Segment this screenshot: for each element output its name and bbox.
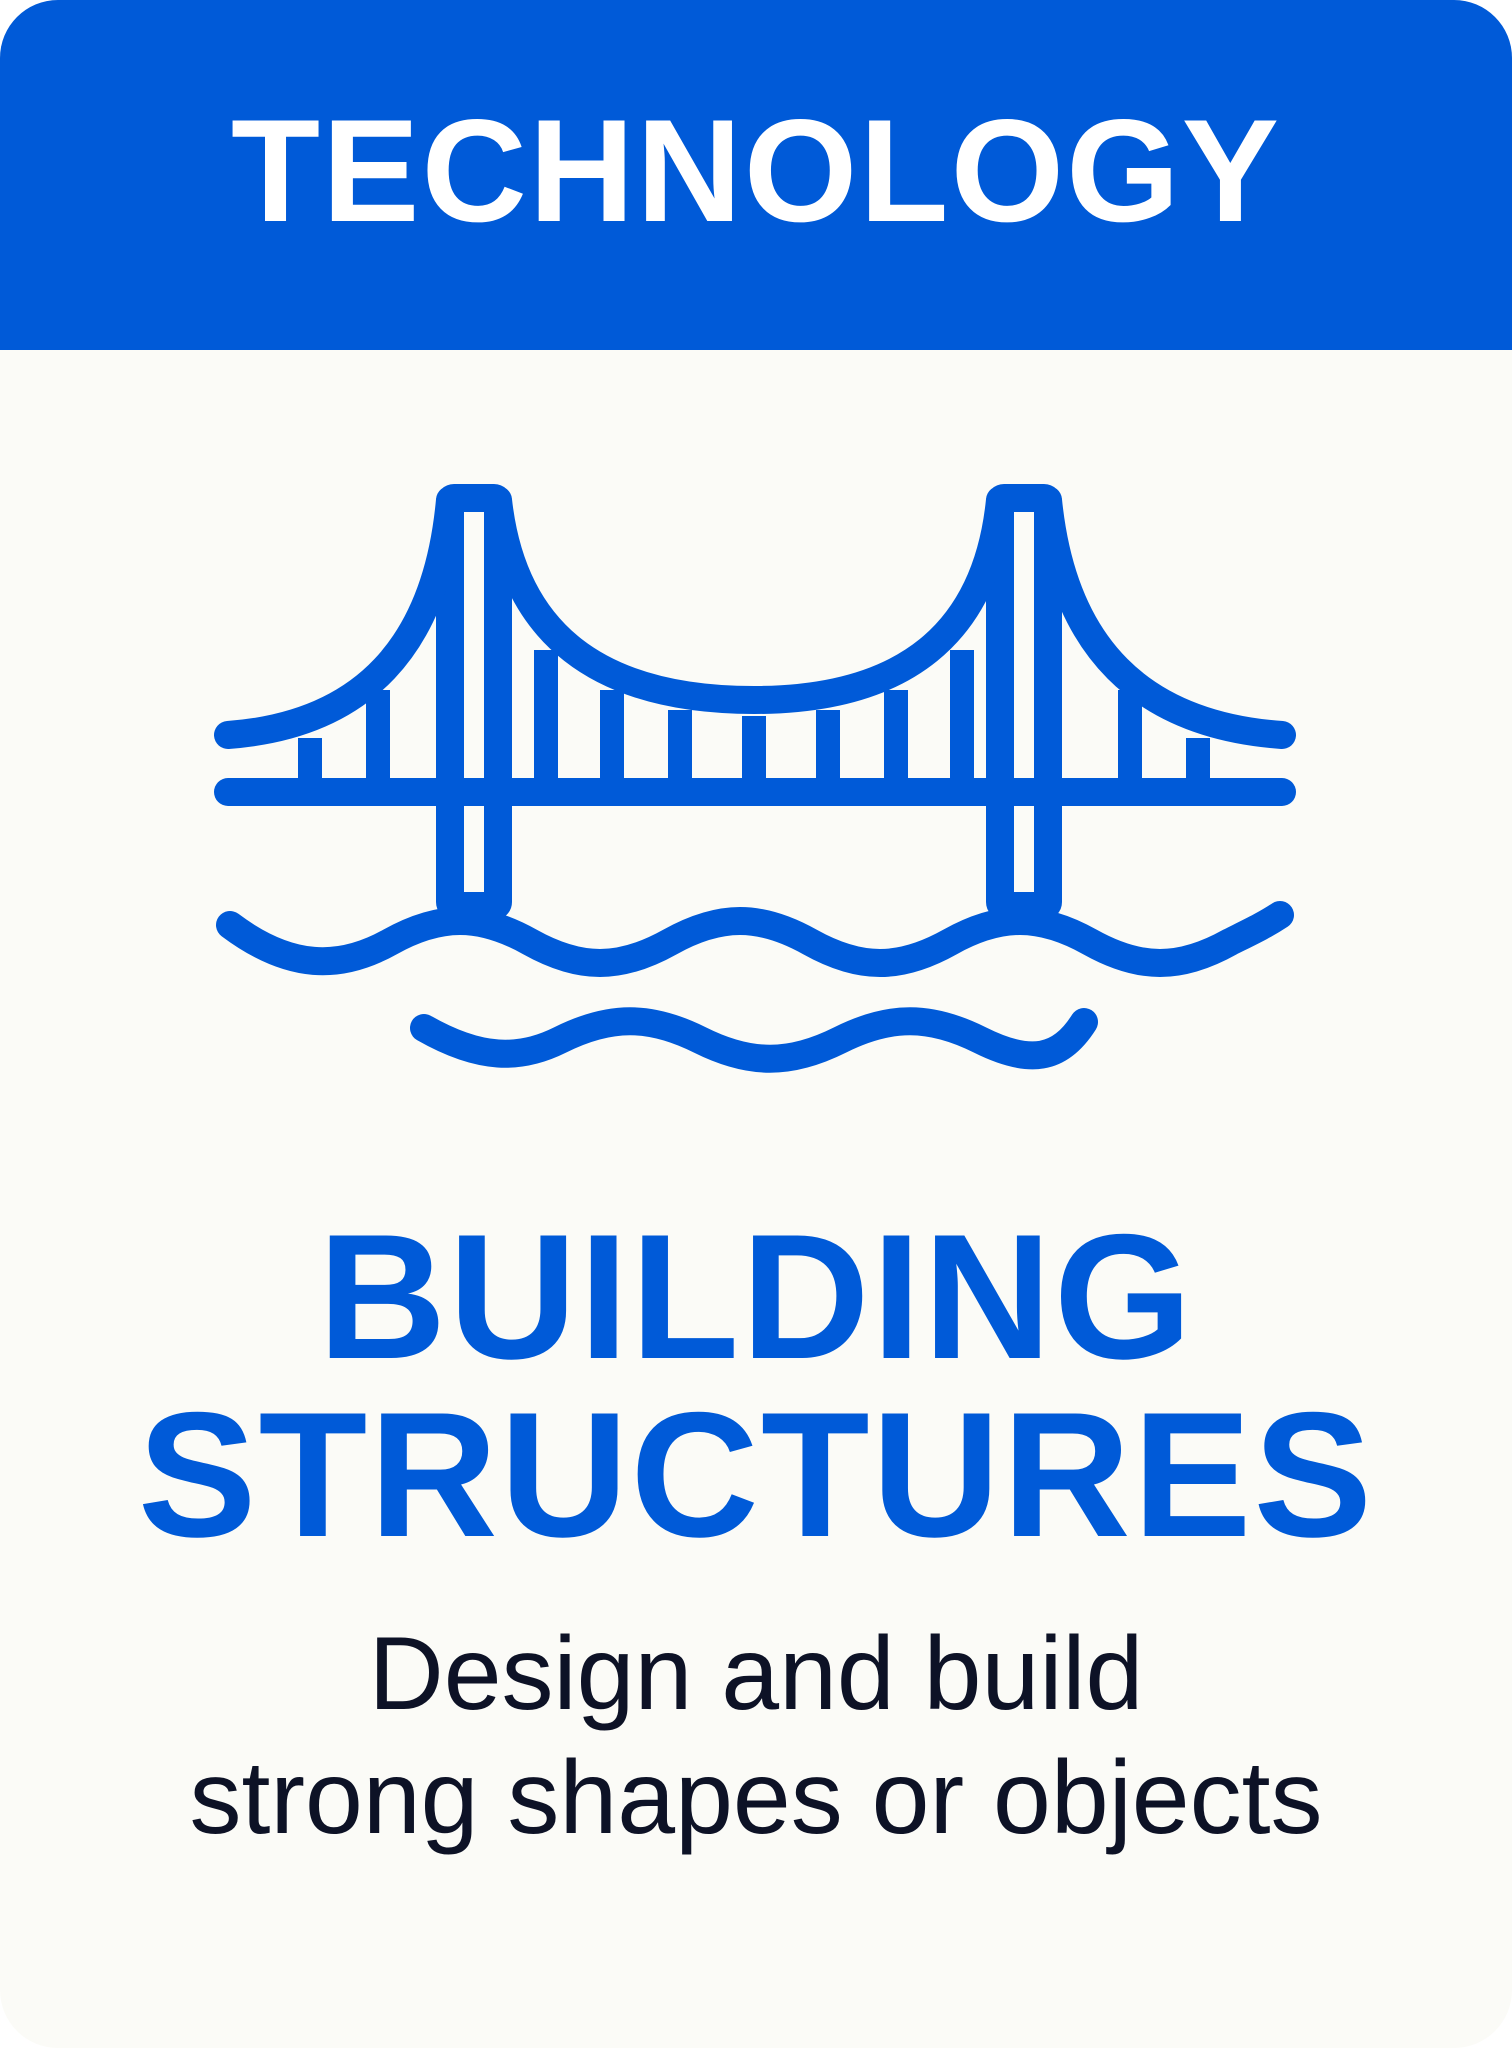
cable-right-side — [1034, 486, 1296, 749]
category-banner: TECHNOLOGY — [0, 0, 1512, 350]
title-line-2: STRUCTURES — [137, 1375, 1375, 1574]
card-description: Design and build strong shapes or object… — [0, 1612, 1512, 1860]
wave-lower — [410, 1007, 1098, 1073]
description-line-1: Design and build — [368, 1616, 1144, 1732]
right-tower — [986, 484, 1062, 920]
cable-left-side — [214, 486, 464, 749]
suspension-bridge-icon — [214, 484, 1296, 1073]
wave-upper — [216, 901, 1294, 977]
left-tower — [436, 484, 512, 920]
description-line-2: strong shapes or objects — [189, 1740, 1323, 1856]
bridge-illustration — [0, 470, 1512, 1090]
category-label: TECHNOLOGY — [230, 89, 1282, 252]
cable-center — [484, 486, 1014, 714]
topic-card: TECHNOLOGY BUILDING STRUCTURES Design an… — [0, 0, 1512, 2048]
card-title: BUILDING STRUCTURES — [0, 1208, 1512, 1564]
title-line-1: BUILDING — [317, 1197, 1195, 1396]
